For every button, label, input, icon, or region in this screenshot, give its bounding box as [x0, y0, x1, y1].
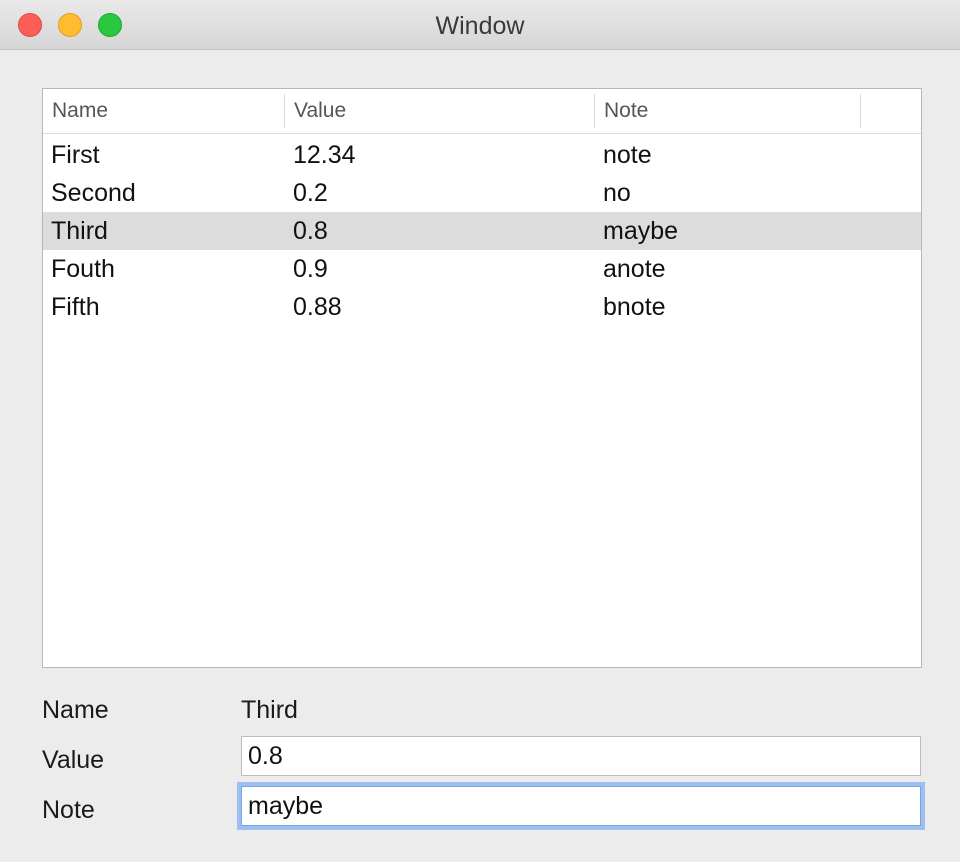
table-row[interactable]: Fouth 0.9 anote [43, 250, 921, 288]
note-field[interactable] [241, 786, 921, 826]
cell-name: Second [51, 179, 136, 207]
cell-value: 0.9 [293, 255, 328, 283]
cell-value: 0.8 [293, 217, 328, 245]
cell-note: anote [603, 255, 666, 283]
items-table[interactable]: Name Value Note First 12.34 note Second … [42, 88, 922, 668]
value-label: Value [42, 746, 105, 774]
name-value: Third [241, 696, 298, 724]
cell-note: note [603, 141, 652, 169]
title-bar: Window [0, 0, 960, 50]
value-field[interactable] [241, 736, 921, 776]
cell-note: maybe [603, 217, 679, 245]
cell-name: Fifth [51, 293, 100, 321]
window-title: Window [435, 12, 525, 40]
name-label: Name [42, 696, 109, 724]
note-label: Note [42, 796, 95, 824]
column-header-value[interactable]: Value [285, 94, 595, 128]
column-header-note[interactable]: Note [595, 94, 861, 128]
cell-name: Third [51, 217, 108, 245]
table-header: Name Value Note [43, 89, 921, 134]
cell-name: First [51, 141, 100, 169]
table-row[interactable]: Fifth 0.88 bnote [43, 288, 921, 326]
column-header-name[interactable]: Name [43, 94, 285, 128]
table-row[interactable]: Second 0.2 no [43, 174, 921, 212]
table-row[interactable]: First 12.34 note [43, 136, 921, 174]
cell-value: 0.2 [293, 179, 328, 207]
cell-note: no [603, 179, 631, 207]
cell-name: Fouth [51, 255, 115, 283]
cell-note: bnote [603, 293, 666, 321]
cell-value: 0.88 [293, 293, 342, 321]
cell-value: 12.34 [293, 141, 356, 169]
table-row-selected[interactable]: Third 0.8 maybe [43, 212, 921, 250]
